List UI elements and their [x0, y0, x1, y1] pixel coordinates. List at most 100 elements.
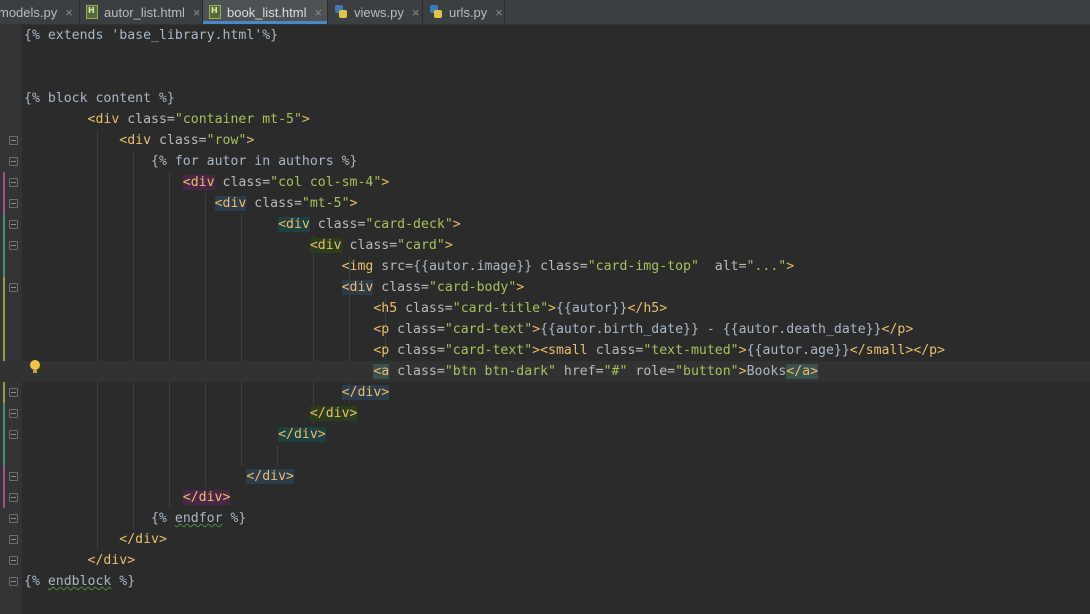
code-text: {% endblock %} [24, 571, 135, 592]
code-text: <div class="container mt-5"> [24, 109, 310, 130]
code-text: <div class="row"> [24, 130, 254, 151]
code-token: </div> [309, 406, 358, 421]
tab-book_list-html[interactable]: book_list.html × [203, 0, 328, 24]
code-token: {{autor.age}} [746, 343, 850, 358]
code-token: <div [341, 280, 374, 295]
code-line[interactable]: </div> [0, 466, 1090, 487]
close-tab-icon[interactable]: × [314, 5, 322, 20]
code-line[interactable]: </div> [0, 382, 1090, 403]
tab-models-py[interactable]: models.py × [0, 0, 80, 24]
code-token: "card-img-top" [587, 259, 699, 274]
code-token: > [246, 133, 255, 148]
code-line[interactable]: {% endblock %} [0, 571, 1090, 592]
code-token: class= [532, 259, 588, 274]
code-token: class= [373, 280, 429, 295]
close-tab-icon[interactable]: × [193, 5, 201, 20]
code-token: </div> [246, 469, 294, 484]
code-token: {{autor.death_date}} [722, 322, 882, 337]
code-token: {{autor.image}} [413, 259, 533, 274]
close-tab-icon[interactable]: × [65, 5, 73, 20]
tab-label: urls.py [449, 4, 488, 20]
code-token: > [516, 280, 525, 295]
code-line[interactable]: {% extends 'base_library.html'%} [0, 25, 1090, 46]
code-token: - [698, 322, 723, 337]
code-line[interactable] [0, 46, 1090, 67]
code-text: <div class="card-deck"> [24, 214, 461, 235]
tab-label: models.py [0, 4, 58, 20]
code-token: endblock [47, 574, 112, 589]
code-line[interactable]: <div class="container mt-5"> [0, 109, 1090, 130]
code-token: "col col-sm-4" [270, 175, 382, 190]
code-text: <div class="mt-5"> [24, 193, 358, 214]
code-line[interactable]: <div class="col col-sm-4"> [0, 172, 1090, 193]
code-line[interactable]: </div> [0, 550, 1090, 571]
html-file-icon [209, 5, 221, 19]
code-editor[interactable]: {% extends 'base_library.html'%} {% block… [0, 25, 1090, 614]
code-token: <p [373, 343, 398, 358]
code-line[interactable]: <p class="card-text">{{autor.birth_date}… [0, 319, 1090, 340]
code-token: class= [309, 217, 366, 232]
code-token: </div> [87, 553, 136, 568]
code-line[interactable]: {% block content %} [0, 88, 1090, 109]
code-token: </div> [182, 490, 231, 505]
code-token: Books [746, 364, 787, 379]
code-token: "btn btn-dark" [444, 364, 556, 379]
code-text: <div class="card"> [24, 235, 453, 256]
python-file-icon [429, 5, 443, 19]
current-code-line[interactable]: <a class="btn btn-dark" href="#" role="b… [0, 361, 1090, 382]
code-token: 'base_library.html' [111, 28, 263, 43]
code-text: {% block content %} [24, 88, 175, 109]
code-token: %} [111, 574, 136, 589]
code-line[interactable]: <div class="mt-5"> [0, 193, 1090, 214]
tab-views-py[interactable]: views.py × [328, 0, 423, 24]
code-line[interactable] [0, 67, 1090, 88]
code-text: </div> [24, 487, 231, 508]
code-line[interactable]: <div class="card-body"> [0, 277, 1090, 298]
code-token: "card-text" [444, 322, 533, 337]
code-line[interactable]: <h5 class="card-title">{{autor}}</h5> [0, 298, 1090, 319]
close-tab-icon[interactable]: × [412, 5, 420, 20]
code-line[interactable]: <div class="card"> [0, 235, 1090, 256]
code-token: class= [246, 196, 302, 211]
code-line[interactable]: <p class="card-text"><small class="text-… [0, 340, 1090, 361]
tab-urls-py[interactable]: urls.py × [423, 0, 505, 24]
code-line[interactable]: <img src={{autor.image}} class="card-img… [0, 256, 1090, 277]
close-tab-icon[interactable]: × [495, 5, 503, 20]
intention-lightbulb-icon[interactable] [30, 360, 40, 373]
code-line[interactable]: <div class="row"> [0, 130, 1090, 151]
code-token: <img [341, 259, 382, 274]
code-token: > [301, 112, 310, 127]
code-token: {% for autor in authors %} [151, 154, 358, 169]
code-token: > [810, 364, 819, 379]
code-token: class= [595, 343, 644, 358]
code-token: "card-deck" [365, 217, 453, 232]
code-line[interactable] [0, 445, 1090, 466]
code-token: > [349, 196, 358, 211]
code-line[interactable]: </div> [0, 487, 1090, 508]
code-line[interactable]: {% endfor %} [0, 508, 1090, 529]
code-token: %} [262, 28, 279, 43]
code-token: ><small [532, 343, 596, 358]
tab-autor_list-html[interactable]: autor_list.html × [80, 0, 203, 24]
code-line[interactable]: {% for autor in authors %} [0, 151, 1090, 172]
code-token: <p [373, 322, 398, 337]
code-token: </div> [119, 532, 167, 547]
code-token: "#" [603, 364, 628, 379]
code-line[interactable]: </div> [0, 529, 1090, 550]
code-token: </h5> [627, 301, 668, 316]
code-text: </div> [24, 550, 136, 571]
code-line[interactable]: </div> [0, 424, 1090, 445]
code-token: role= [627, 364, 676, 379]
code-token: "row" [206, 133, 247, 148]
code-token: "card-title" [452, 301, 549, 316]
code-line[interactable]: </div> [0, 403, 1090, 424]
code-line[interactable]: <div class="card-deck"> [0, 214, 1090, 235]
